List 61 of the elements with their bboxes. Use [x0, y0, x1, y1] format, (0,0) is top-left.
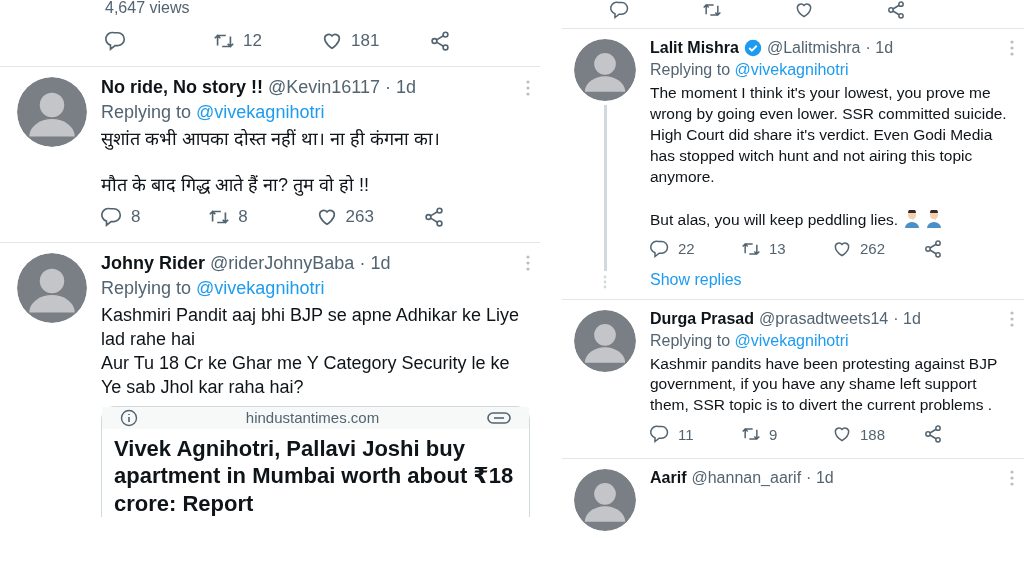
count-label: 8: [131, 206, 141, 227]
tweet-text: Kashmir pandits have been protesting against BJP government, if you have any shame left support them, SSR topic is to divert the current problems .: [650, 354, 997, 414]
timestamp[interactable]: · 1d: [385, 77, 417, 98]
user-name[interactable]: Durga Prasad: [650, 309, 755, 328]
count-label: 13: [769, 240, 786, 258]
tweet-text: But alas, you will keep peddling lies.: [650, 210, 899, 228]
facepalm-emoji-icon: [926, 209, 943, 228]
count-label: 8: [238, 206, 248, 227]
count-label: 263: [345, 206, 374, 227]
share-icon[interactable]: [923, 424, 943, 445]
user-name[interactable]: Aarif: [650, 469, 687, 488]
user-name[interactable]: Johny Rider: [101, 252, 206, 274]
reply-icon[interactable]: [650, 238, 670, 259]
count-label: 12: [243, 31, 262, 51]
info-icon[interactable]: [120, 408, 138, 427]
count-label: 262: [860, 240, 886, 258]
timestamp[interactable]: · 1d: [806, 469, 834, 488]
user-name[interactable]: No ride, No story !!: [101, 77, 263, 98]
replying-label: Replying to: [650, 61, 731, 78]
tweet-text: मौत के बाद गिद्ध आते हैं ना? तुम वो हो !!: [101, 175, 370, 196]
user-handle[interactable]: @Lalitmishra: [766, 39, 861, 57]
link-icon[interactable]: [487, 410, 511, 425]
avatar-silhouette[interactable]: [17, 252, 87, 323]
reply-icon[interactable]: [610, 0, 630, 20]
heart-icon[interactable]: [794, 0, 814, 20]
count-label: 22: [678, 240, 695, 258]
timestamp[interactable]: · 1d: [359, 252, 391, 274]
link-headline: Vivek Agnihotri, Pallavi Joshi buy apartment in Mumbai worth about ₹18 crore: Report: [113, 434, 515, 518]
user-handle[interactable]: @Kevin16117: [268, 77, 381, 98]
facepalm-emoji-icon: [904, 209, 921, 228]
timestamp[interactable]: · 1d: [865, 39, 894, 57]
avatar-silhouette[interactable]: [574, 39, 636, 101]
replying-label: Replying to: [650, 331, 731, 349]
tweet-text: The moment I think it's your lowest, you prove me wrong by going even lower. SSR committed suicide. High Court did share it's verdict. Even Godi Media has stopped witch hunt and not airing this topic anymore.: [650, 84, 1007, 185]
count-label: 11: [678, 425, 694, 443]
count-label: 188: [860, 425, 886, 443]
user-name[interactable]: Lalit Mishra: [650, 39, 739, 57]
tweet-text: Kashmiri Pandit aaj bhi BJP se apne Adhikar ke Liye lad rahe hai Aur Tu 18 Cr ke Ghar me Y Category Security le ke Ye sab Jhol kar raha hai?: [101, 304, 519, 398]
share-icon[interactable]: [923, 238, 943, 259]
avatar-silhouette[interactable]: [574, 309, 636, 372]
share-icon[interactable]: [422, 205, 445, 228]
reply-icon[interactable]: [101, 205, 123, 228]
dots-icon: [603, 274, 607, 289]
replying-label: Replying to: [101, 277, 192, 298]
user-handle[interactable]: @prasadtweets14: [759, 309, 889, 328]
avatar-silhouette[interactable]: [17, 77, 87, 147]
share-icon[interactable]: [886, 0, 906, 20]
user-handle[interactable]: @riderJohnyBaba: [210, 252, 355, 274]
replying-label: Replying to: [101, 102, 192, 122]
count-label: 181: [351, 31, 380, 51]
reply-icon[interactable]: [650, 424, 670, 445]
link-card[interactable]: hindustantimes.com Vivek Agnihotri, Pallavi Joshi buy apartment in Mumbai worth about ₹18 crore: Report: [101, 405, 530, 518]
link-domain: hindustantimes.com: [245, 409, 380, 427]
share-icon[interactable]: [429, 30, 451, 52]
reply-icon[interactable]: [105, 30, 127, 52]
avatar-silhouette[interactable]: [574, 469, 636, 532]
tweet-text: सुशांत कभी आपका दोस्त नहीं था। ना ही कंगना का।: [101, 129, 440, 149]
timestamp[interactable]: · 1d: [893, 309, 921, 328]
user-handle[interactable]: @hannan_aarif: [691, 469, 802, 488]
view-count: 4,647 views: [104, 0, 191, 16]
count-label: 9: [769, 425, 778, 443]
